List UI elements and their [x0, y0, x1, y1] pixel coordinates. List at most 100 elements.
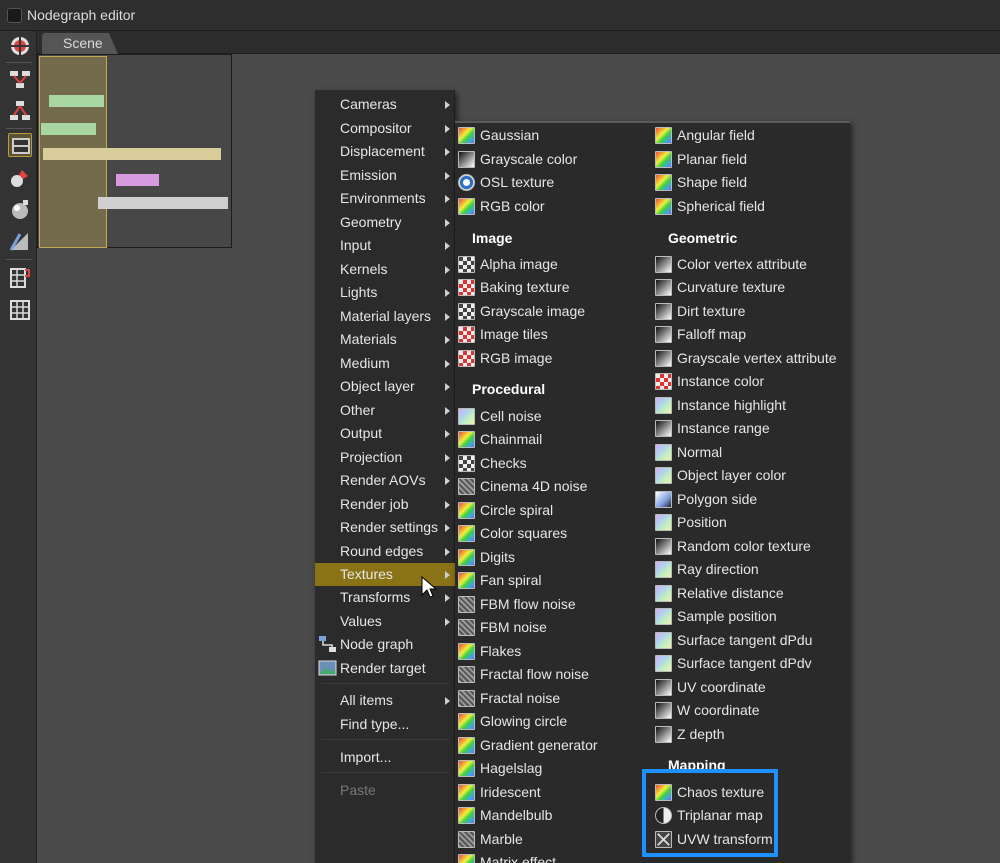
menu-item-geometry[interactable]: Geometry [315, 211, 455, 234]
submenu-item-gaussian[interactable]: Gaussian [455, 124, 645, 147]
submenu-item-fractal-noise[interactable]: Fractal noise [455, 687, 645, 710]
submenu-item-falloff-map[interactable]: Falloff map [652, 323, 842, 346]
submenu-item-surface-tangent-dpdu[interactable]: Surface tangent dPdu [652, 629, 842, 652]
menu-item-output[interactable]: Output [315, 422, 455, 445]
submenu-item-instance-range[interactable]: Instance range [652, 417, 842, 440]
submenu-item-chainmail[interactable]: Chainmail [455, 428, 645, 451]
submenu-item-iridescent[interactable]: Iridescent [455, 781, 645, 804]
submenu-item-normal[interactable]: Normal [652, 441, 842, 464]
menu-item-medium[interactable]: Medium [315, 352, 455, 375]
menu-item-kernels[interactable]: Kernels [315, 258, 455, 281]
submenu-item-rgb-color[interactable]: RGB color [455, 195, 645, 218]
submenu-item-surface-tangent-dpdv[interactable]: Surface tangent dPdv [652, 652, 842, 675]
submenu-item-grayscale-vertex-attribute[interactable]: Grayscale vertex attribute [652, 347, 842, 370]
grid-magnet-icon[interactable] [8, 266, 32, 290]
submenu-item-z-depth[interactable]: Z depth [652, 723, 842, 746]
submenu-item-matrix-effect[interactable]: Matrix effect [455, 851, 645, 863]
menu-item-cameras[interactable]: Cameras [315, 93, 455, 116]
submenu-item-random-color-texture[interactable]: Random color texture [652, 535, 842, 558]
submenu-item-instance-highlight[interactable]: Instance highlight [652, 394, 842, 417]
nodes-up-icon[interactable] [8, 68, 32, 92]
submenu-item-checks[interactable]: Checks [455, 452, 645, 475]
submenu-item-grayscale-color[interactable]: Grayscale color [455, 148, 645, 171]
menu-item-displacement[interactable]: Displacement [315, 140, 455, 163]
submenu-item-alpha-image[interactable]: Alpha image [455, 253, 645, 276]
submenu-item-instance-color[interactable]: Instance color [652, 370, 842, 393]
menu-item-materials[interactable]: Materials [315, 328, 455, 351]
menu-item-node-graph[interactable]: Node graph [315, 633, 455, 656]
texture-icon [655, 514, 672, 531]
submenu-item-fractal-flow-noise[interactable]: Fractal flow noise [455, 663, 645, 686]
submenu-item-dirt-texture[interactable]: Dirt texture [652, 300, 842, 323]
submenu-item-circle-spiral[interactable]: Circle spiral [455, 499, 645, 522]
menu-item-environments[interactable]: Environments [315, 187, 455, 210]
submenu-item-cinema-4d-noise[interactable]: Cinema 4D noise [455, 475, 645, 498]
texture-icon [458, 854, 475, 863]
grid-icon[interactable] [8, 298, 32, 322]
texture-icon [458, 408, 475, 425]
submenu-item-w-coordinate[interactable]: W coordinate [652, 699, 842, 722]
menu-item-round-edges[interactable]: Round edges [315, 540, 455, 563]
submenu-item-spherical-field[interactable]: Spherical field [652, 195, 842, 218]
menu-item-object-layer[interactable]: Object layer [315, 375, 455, 398]
section-header-procedural: Procedural [472, 381, 546, 397]
submenu-item-planar-field[interactable]: Planar field [652, 148, 842, 171]
submenu-item-cell-noise[interactable]: Cell noise [455, 405, 645, 428]
submenu-item-grayscale-image[interactable]: Grayscale image [455, 300, 645, 323]
submenu-item-shape-field[interactable]: Shape field [652, 171, 842, 194]
submenu-item-mandelbulb[interactable]: Mandelbulb [455, 804, 645, 827]
submenu-item-baking-texture[interactable]: Baking texture [455, 276, 645, 299]
menu-item-compositor[interactable]: Compositor [315, 117, 455, 140]
submenu-item-color-squares[interactable]: Color squares [455, 522, 645, 545]
menu-item-all-items[interactable]: All items [315, 689, 455, 712]
submenu-item-object-layer-color[interactable]: Object layer color [652, 464, 842, 487]
menu-item-find-type[interactable]: Find type... [315, 713, 455, 736]
submenu-item-image-tiles[interactable]: Image tiles [455, 323, 645, 346]
submenu-item-marble[interactable]: Marble [455, 828, 645, 851]
submenu-item-digits[interactable]: Digits [455, 546, 645, 569]
submenu-item-glowing-circle[interactable]: Glowing circle [455, 710, 645, 733]
submenu-item-fbm-flow-noise[interactable]: FBM flow noise [455, 593, 645, 616]
submenu-item-uv-coordinate[interactable]: UV coordinate [652, 676, 842, 699]
menu-item-projection[interactable]: Projection [315, 446, 455, 469]
window-icon[interactable] [7, 8, 22, 23]
menu-item-values[interactable]: Values [315, 610, 455, 633]
menu-item-lights[interactable]: Lights [315, 281, 455, 304]
texture-icon [458, 713, 475, 730]
minimap[interactable] [37, 54, 232, 248]
submenu-item-flakes[interactable]: Flakes [455, 640, 645, 663]
submenu-item-osl-texture[interactable]: OSL texture [455, 171, 645, 194]
submenu-item-gradient-generator[interactable]: Gradient generator [455, 734, 645, 757]
menu-item-input[interactable]: Input [315, 234, 455, 257]
nodes-down-icon[interactable] [8, 99, 32, 123]
menu-item-emission[interactable]: Emission [315, 164, 455, 187]
submenu-item-rgb-image[interactable]: RGB image [455, 347, 645, 370]
window-title: Nodegraph editor [27, 7, 136, 23]
submenu-item-hagelslag[interactable]: Hagelslag [455, 757, 645, 780]
image-tool-icon[interactable] [8, 133, 32, 157]
menu-item-import[interactable]: Import... [315, 746, 455, 769]
menu-item-render-aovs[interactable]: Render AOVs [315, 469, 455, 492]
menu-item-render-settings[interactable]: Render settings [315, 516, 455, 539]
submenu-item-fan-spiral[interactable]: Fan spiral [455, 569, 645, 592]
submenu-item-position[interactable]: Position [652, 511, 842, 534]
texture-tool-icon[interactable] [8, 230, 32, 254]
submenu-item-color-vertex-attribute[interactable]: Color vertex attribute [652, 253, 842, 276]
sphere-tool-icon[interactable] [8, 198, 32, 222]
texture-icon [458, 502, 475, 519]
menu-item-material-layers[interactable]: Material layers [315, 305, 455, 328]
texture-icon [458, 303, 475, 320]
paint-tool-icon[interactable] [8, 166, 32, 190]
menu-item-render-target[interactable]: Render target [315, 657, 455, 680]
menu-item-other[interactable]: Other [315, 399, 455, 422]
menu-item-render-job[interactable]: Render job [315, 493, 455, 516]
submenu-item-curvature-texture[interactable]: Curvature texture [652, 276, 842, 299]
tab-scene[interactable]: Scene [42, 33, 118, 54]
submenu-item-fbm-noise[interactable]: FBM noise [455, 616, 645, 639]
submenu-item-polygon-side[interactable]: Polygon side [652, 488, 842, 511]
submenu-item-relative-distance[interactable]: Relative distance [652, 582, 842, 605]
submenu-item-sample-position[interactable]: Sample position [652, 605, 842, 628]
scene-tool-icon[interactable] [8, 34, 32, 58]
submenu-item-ray-direction[interactable]: Ray direction [652, 558, 842, 581]
submenu-item-angular-field[interactable]: Angular field [652, 124, 842, 147]
